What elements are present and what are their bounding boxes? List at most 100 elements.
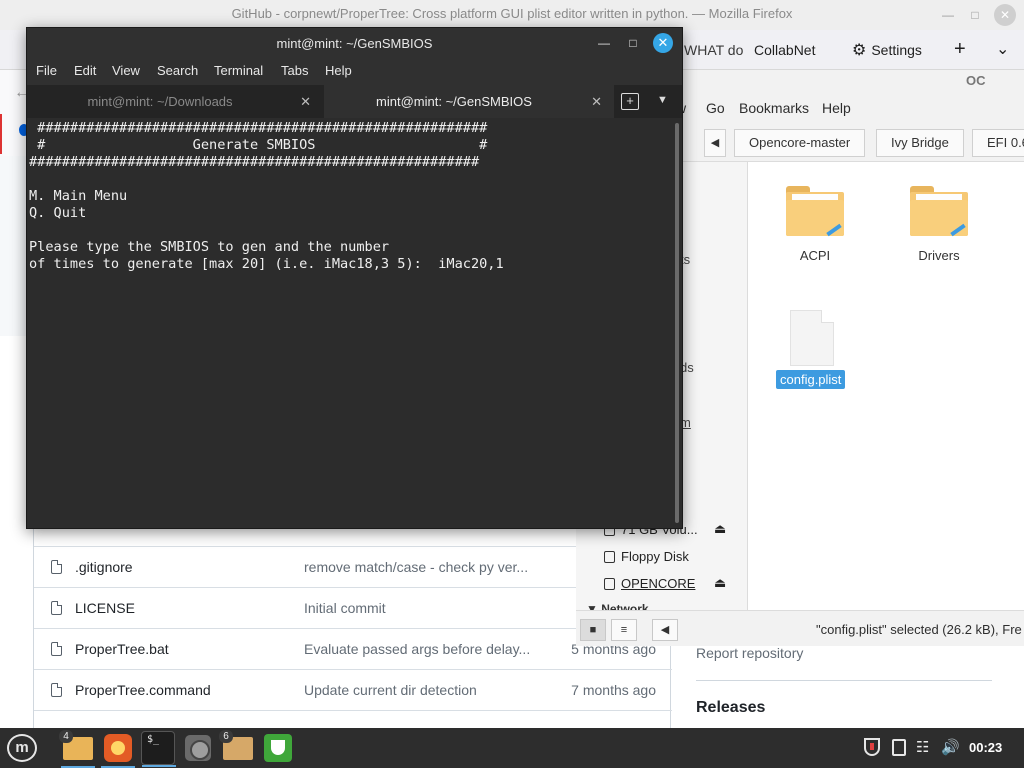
close-icon[interactable]: ✕ (994, 4, 1016, 26)
commit-message[interactable]: Evaluate passed args before delay... (304, 641, 530, 657)
taskbar-files-app[interactable]: 4 (59, 730, 95, 768)
clock[interactable]: 00:23 (969, 740, 1002, 755)
clipboard-icon[interactable] (892, 739, 906, 756)
menu-file[interactable]: File (36, 63, 57, 78)
window-count-badge: 6 (219, 730, 233, 743)
terminal-output[interactable]: ########################################… (27, 118, 673, 528)
releases-heading[interactable]: Releases (696, 699, 765, 717)
menu-help[interactable]: Help (822, 100, 851, 116)
mint-menu-icon[interactable]: m (7, 734, 37, 762)
status-text: "config.plist" selected (26.2 kB), Fre (816, 622, 1022, 637)
taskbar: m 4 $_ 6 ☷ 🔊 00:23 (0, 728, 1024, 768)
tab-downloads[interactable]: mint@mint: ~/Downloads ✕ (27, 85, 323, 118)
firefox-window-title: GitHub - corpnewt/ProperTree: Cross plat… (231, 6, 793, 21)
tab-settings-label: Settings (871, 42, 922, 58)
list-all-tabs-chevron-icon[interactable]: ⌄ (996, 39, 1009, 59)
terminal-menubar: File Edit View Search Terminal Tabs Help (27, 58, 682, 85)
tab-label: mint@mint: ~/Downloads (87, 94, 233, 109)
menu-bookmarks[interactable]: Bookmarks (739, 100, 809, 116)
file-label-config-plist[interactable]: config.plist (776, 370, 846, 389)
file-manager-statusbar: ■ ≡ ◀ "config.plist" selected (26.2 kB),… (576, 610, 1024, 646)
table-row[interactable]: ProperTree.command Update current dir de… (34, 669, 672, 710)
taskbar-terminal-app[interactable]: $_ (141, 731, 176, 767)
menu-search[interactable]: Search (157, 63, 198, 78)
shield-icon (264, 734, 292, 762)
firefox-icon (104, 734, 132, 762)
minimize-icon[interactable]: — (938, 5, 958, 25)
firefox-titlebar: GitHub - corpnewt/ProperTree: Cross plat… (0, 0, 1024, 30)
new-tab-icon[interactable]: + (621, 93, 639, 110)
volume-icon[interactable]: 🔊 (941, 738, 960, 756)
tree-toggle-icon[interactable]: ≡ (611, 619, 637, 641)
running-indicator (142, 765, 176, 767)
breadcrumb-efi[interactable]: EFI 0.6 (972, 129, 1024, 157)
new-tab-button[interactable]: + (954, 38, 966, 61)
breadcrumb-ivy-bridge[interactable]: Ivy Bridge (876, 129, 964, 157)
disk-icon (185, 735, 211, 761)
terminal-window: mint@mint: ~/GenSMBIOS — □ ✕ File Edit V… (26, 27, 683, 529)
taskbar-disks-app[interactable] (181, 731, 215, 765)
file-name[interactable]: ProperTree.command (75, 682, 211, 698)
sidebar-item-label: Floppy Disk (621, 549, 689, 564)
drive-icon (604, 578, 615, 590)
commit-message[interactable]: remove match/case - check py ver... (304, 559, 528, 575)
tab-gensmbios[interactable]: mint@mint: ~/GenSMBIOS ✕ (324, 85, 614, 118)
sidebar-item-opencore[interactable]: OPENCORE (604, 576, 695, 591)
file-name[interactable]: .gitignore (75, 559, 133, 575)
terminal-tab-bar: mint@mint: ~/Downloads ✕ mint@mint: ~/Ge… (27, 85, 682, 118)
tab-collabnet[interactable]: CollabNet (754, 42, 815, 58)
commit-message[interactable]: Initial commit (304, 600, 386, 616)
folder-label-drivers[interactable]: Drivers (908, 248, 970, 263)
gear-icon: ⚙ (852, 42, 867, 59)
taskbar-folder-app[interactable]: 6 (219, 730, 255, 765)
security-shield-icon[interactable] (864, 738, 880, 756)
close-tab-icon[interactable]: ✕ (300, 85, 311, 118)
menu-view[interactable]: View (112, 63, 140, 78)
breadcrumb-opencore-master[interactable]: Opencore-master (734, 129, 866, 157)
path-back-arrow-icon[interactable]: ◀ (704, 129, 726, 157)
terminal-title: mint@mint: ~/GenSMBIOS (276, 36, 433, 51)
commit-message[interactable]: Update current dir detection (304, 682, 477, 698)
document-icon[interactable] (790, 310, 834, 366)
close-tab-icon[interactable]: ✕ (591, 85, 602, 118)
file-icon (51, 601, 62, 615)
taskbar-update-manager-app[interactable] (261, 731, 295, 765)
minimize-icon[interactable]: — (595, 34, 613, 52)
eject-icon[interactable]: ⏏ (714, 521, 726, 537)
places-toggle-icon[interactable]: ■ (580, 619, 606, 641)
menu-edit[interactable]: Edit (74, 63, 96, 78)
sidebar-item-floppy[interactable]: Floppy Disk (604, 549, 689, 564)
sidebar-hide-icon[interactable]: ◀ (652, 619, 678, 641)
maximize-icon[interactable]: □ (624, 34, 642, 52)
file-name[interactable]: LICENSE (75, 600, 135, 616)
menu-help[interactable]: Help (325, 63, 352, 78)
terminal-text[interactable]: ########################################… (29, 120, 504, 273)
tab-menu-dropdown-icon[interactable]: ▼ (657, 94, 668, 106)
menu-go[interactable]: Go (706, 100, 725, 116)
tab-settings[interactable]: ⚙ Settings (852, 40, 922, 60)
tab-label: mint@mint: ~/GenSMBIOS (376, 94, 532, 109)
tab-what-do[interactable]: WHAT do (684, 42, 743, 58)
close-icon[interactable]: ✕ (653, 33, 673, 53)
menu-terminal[interactable]: Terminal (214, 63, 263, 78)
terminal-titlebar[interactable]: mint@mint: ~/GenSMBIOS — □ ✕ (27, 28, 682, 58)
maximize-icon[interactable]: □ (965, 5, 985, 25)
report-repository-link[interactable]: Report repository (696, 645, 803, 661)
sidebar-item-label: OPENCORE (621, 576, 696, 591)
file-manager-title: OC (966, 73, 986, 88)
file-name[interactable]: ProperTree.bat (75, 641, 169, 657)
terminal-icon: $_ (147, 734, 160, 745)
folder-label-acpi[interactable]: ACPI (785, 248, 845, 263)
file-icon (51, 642, 62, 656)
scrollbar-thumb[interactable] (675, 123, 679, 523)
eject-icon[interactable]: ⏏ (714, 575, 726, 591)
menu-tabs[interactable]: Tabs (281, 63, 308, 78)
network-icon[interactable]: ☷ (916, 738, 929, 756)
commit-age: 7 months ago (571, 682, 656, 698)
sidebar-divider (696, 680, 992, 681)
folder-icon[interactable] (910, 186, 968, 237)
file-manager-content: ACPI Drivers config.plist (748, 162, 1024, 610)
page-edge-decoration (0, 114, 6, 154)
folder-icon[interactable] (786, 186, 844, 237)
taskbar-firefox-app[interactable] (101, 731, 135, 768)
